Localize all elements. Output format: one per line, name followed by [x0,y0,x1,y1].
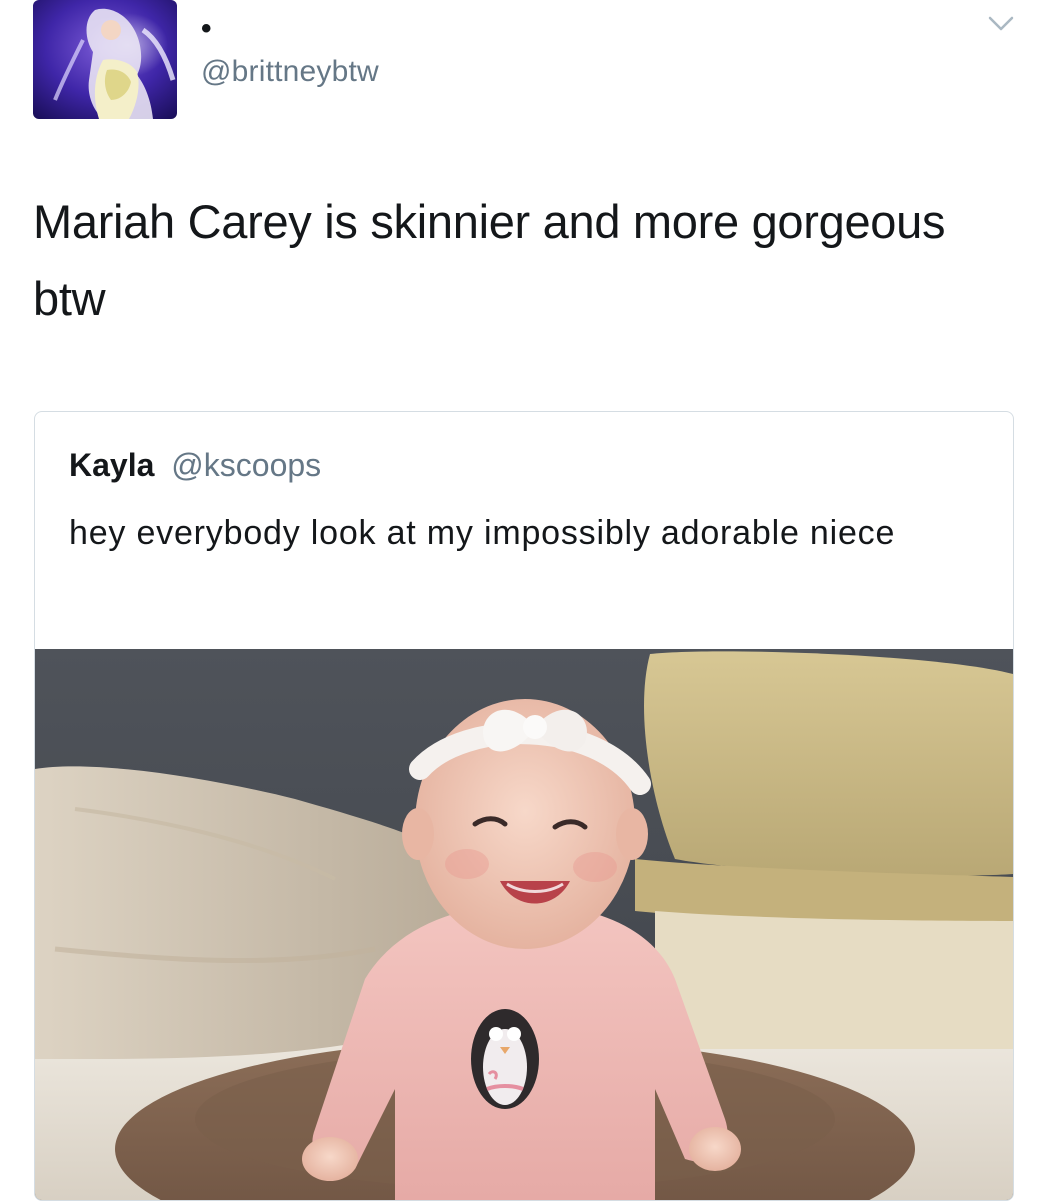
quoted-tweet-header: Kayla @kscoops [69,445,321,485]
tweet-text: Mariah Carey is skinnier and more gorgeo… [33,195,946,325]
user-handle[interactable]: @brittneybtw [201,54,379,90]
quoted-user-handle[interactable]: @kscoops [171,447,321,483]
quoted-user-name[interactable]: Kayla [69,447,154,483]
avatar[interactable] [33,0,177,119]
photo [35,649,1013,1200]
avatar-image [33,0,177,119]
display-name[interactable]: • [201,14,212,44]
quoted-tweet-text: hey everybody look at my impossibly ador… [69,514,896,552]
quoted-tweet[interactable]: Kayla @kscoops hey everybody look at my … [34,411,1014,1201]
tweet: • @brittneybtw Mariah Carey is skinnier … [0,0,1046,1201]
quoted-tweet-photo[interactable] [35,649,1013,1200]
chevron-down-icon[interactable] [986,8,1016,38]
